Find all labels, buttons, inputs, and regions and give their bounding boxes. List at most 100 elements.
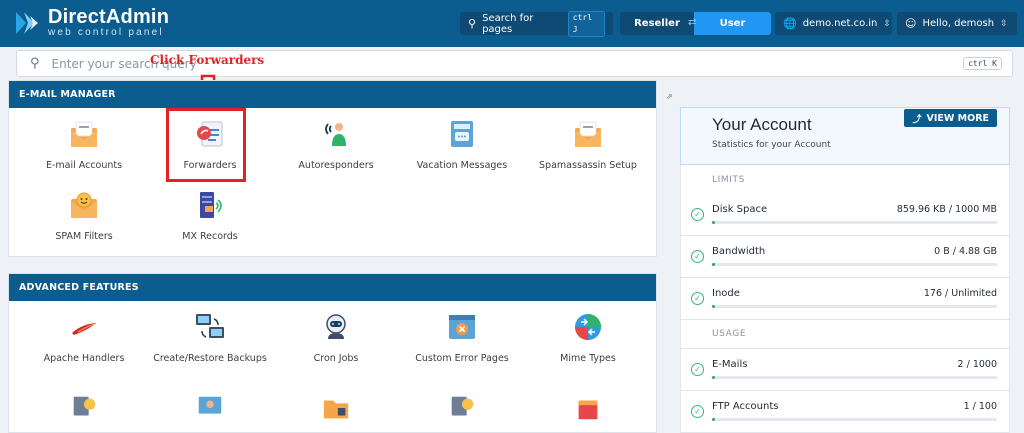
- stat-name: FTP Accounts: [712, 401, 779, 412]
- usage-section-label: USAGE: [680, 320, 1010, 349]
- create-restore-backups-label: Create/Restore Backups: [153, 353, 267, 364]
- cron-robot-icon: [326, 314, 346, 339]
- monitor-user-icon: [198, 396, 222, 414]
- cron-jobs-label: Cron Jobs: [313, 353, 359, 364]
- stat-progress-bar: [712, 263, 997, 266]
- autoresponders-item[interactable]: Autoresponders: [273, 108, 399, 179]
- forwarders-highlight-box: [166, 108, 246, 182]
- stat-progress-bar: [712, 305, 997, 308]
- spamassassin-setup-label: Spamassassin Setup: [539, 160, 637, 171]
- mime-types-label: Mime Types: [560, 353, 616, 364]
- mime-types-item[interactable]: Mime Types: [525, 301, 651, 383]
- email-accounts-item[interactable]: E-mail Accounts: [21, 108, 147, 179]
- next-row-item-1[interactable]: [21, 383, 147, 423]
- server-key-icon: [451, 396, 474, 416]
- spam-filters-label: SPAM Filters: [55, 231, 113, 242]
- vacation-messages-label: Vacation Messages: [416, 160, 508, 171]
- stat-progress-fill: [712, 305, 715, 308]
- vacation-messages-icon: [451, 121, 473, 147]
- role-user-button[interactable]: User: [694, 12, 771, 35]
- apache-feather-icon: [72, 323, 96, 335]
- account-header: Your Account Statistics for your Account…: [680, 107, 1010, 165]
- stat-progress-fill: [712, 418, 715, 421]
- stat-row-inode: ✓ Inode 176 / Unlimited: [680, 278, 1010, 320]
- view-more-button[interactable]: ⤴ VIEW MORE: [904, 109, 997, 127]
- role-reseller-button[interactable]: Reseller: [620, 12, 694, 35]
- role-reseller-label: Reseller: [634, 18, 680, 29]
- domain-label: demo.net.co.in: [802, 18, 878, 29]
- user-icon: ☺: [905, 17, 917, 30]
- next-row-item-2[interactable]: [147, 383, 273, 423]
- external-link-icon: ⤴: [912, 114, 922, 125]
- account-panel: Your Account Statistics for your Account…: [680, 107, 1010, 433]
- role-switcher[interactable]: Reseller ⇄ User: [620, 12, 771, 35]
- server-key-icon: [73, 396, 96, 416]
- search-icon: ⚲: [468, 17, 477, 30]
- stat-progress-bar: [712, 376, 997, 379]
- search-pages-label: Search for pages: [482, 12, 534, 35]
- apache-handlers-label: Apache Handlers: [43, 353, 125, 364]
- swap-icon: ⇄: [688, 17, 697, 28]
- chevron-updown-icon: ⇳: [1000, 18, 1008, 29]
- stat-progress-fill: [712, 221, 715, 224]
- stat-value: 2 / 1000: [957, 359, 997, 370]
- top-bar: DirectAdmin web control panel ⚲ Search f…: [0, 0, 1024, 47]
- domain-selector[interactable]: 🌐 demo.net.co.in ⇳: [775, 12, 892, 35]
- email-manager-title: E-MAIL MANAGER: [9, 81, 656, 108]
- create-restore-backups-item[interactable]: Create/Restore Backups: [147, 301, 273, 383]
- backups-icon: [196, 314, 224, 338]
- logo-icon: [16, 12, 38, 34]
- cron-jobs-item[interactable]: Cron Jobs: [273, 301, 399, 383]
- search-pages-shortcut: ctrl J: [567, 10, 605, 37]
- check-circle-icon: ✓: [691, 363, 704, 376]
- chevron-updown-icon: ⇳: [883, 18, 891, 29]
- mx-records-label: MX Records: [182, 231, 238, 242]
- account-subtitle: Statistics for your Account: [712, 140, 831, 150]
- spamassassin-setup-item[interactable]: Spamassassin Setup: [525, 108, 651, 179]
- annotation-text: Click Forwarders: [150, 53, 265, 67]
- stat-value: 176 / Unlimited: [923, 288, 997, 299]
- globe-icon: 🌐: [783, 17, 797, 30]
- box-icon: [578, 400, 598, 420]
- logo-subtitle: web control panel: [48, 27, 164, 38]
- logo-title: DirectAdmin: [48, 6, 170, 28]
- next-row-item-4[interactable]: [399, 383, 525, 423]
- envelope-icon: [71, 121, 97, 147]
- email-manager-panel: E-MAIL MANAGER E-mail Accounts Forwarder…: [8, 80, 657, 257]
- email-accounts-label: E-mail Accounts: [45, 160, 123, 171]
- stat-name: E-Mails: [712, 359, 748, 370]
- mx-records-item[interactable]: MX Records: [147, 179, 273, 250]
- apache-handlers-item[interactable]: Apache Handlers: [21, 301, 147, 383]
- vacation-messages-item[interactable]: Vacation Messages: [399, 108, 525, 179]
- next-row-item-5[interactable]: [525, 383, 651, 423]
- collapse-sidebar-icon[interactable]: ⇗: [666, 92, 674, 102]
- autoresponder-icon: [325, 123, 346, 146]
- view-more-label: VIEW MORE: [926, 112, 990, 124]
- stat-row-ftp-accounts: ✓ FTP Accounts 1 / 100: [680, 391, 1010, 433]
- stat-name: Inode: [712, 288, 740, 299]
- spamassassin-icon: [575, 121, 601, 147]
- role-user-label: User: [719, 18, 746, 29]
- check-circle-icon: ✓: [691, 292, 704, 305]
- custom-error-pages-label: Custom Error Pages: [415, 353, 509, 364]
- stat-row-e-mails: ✓ E-Mails 2 / 1000: [680, 349, 1010, 391]
- account-menu[interactable]: ☺ Hello, demosh ⇳: [897, 12, 1017, 35]
- stat-progress-bar: [712, 418, 997, 421]
- mx-records-icon: [200, 192, 222, 218]
- folder-lock-icon: [323, 400, 349, 419]
- stat-value: 0 B / 4.88 GB: [934, 246, 997, 257]
- stat-row-bandwidth: ✓ Bandwidth 0 B / 4.88 GB: [680, 236, 1010, 278]
- advanced-features-panel: ADVANCED FEATURES Apache Handlers Create…: [8, 273, 657, 433]
- search-shortcut: ctrl K: [963, 57, 1002, 70]
- stat-progress-fill: [712, 376, 715, 379]
- spam-filters-item[interactable]: SPAM Filters: [21, 179, 147, 250]
- limits-section-label: LIMITS: [680, 165, 1010, 194]
- logo[interactable]: DirectAdmin web control panel: [12, 7, 169, 39]
- stat-name: Bandwidth: [712, 246, 766, 257]
- search-pages-button[interactable]: ⚲ Search for pages ctrl J: [460, 10, 613, 37]
- custom-error-pages-item[interactable]: Custom Error Pages: [399, 301, 525, 383]
- mime-types-icon: [575, 314, 601, 340]
- stat-name: Disk Space: [712, 204, 768, 215]
- next-row-item-3[interactable]: [273, 383, 399, 423]
- stat-value: 1 / 100: [963, 401, 997, 412]
